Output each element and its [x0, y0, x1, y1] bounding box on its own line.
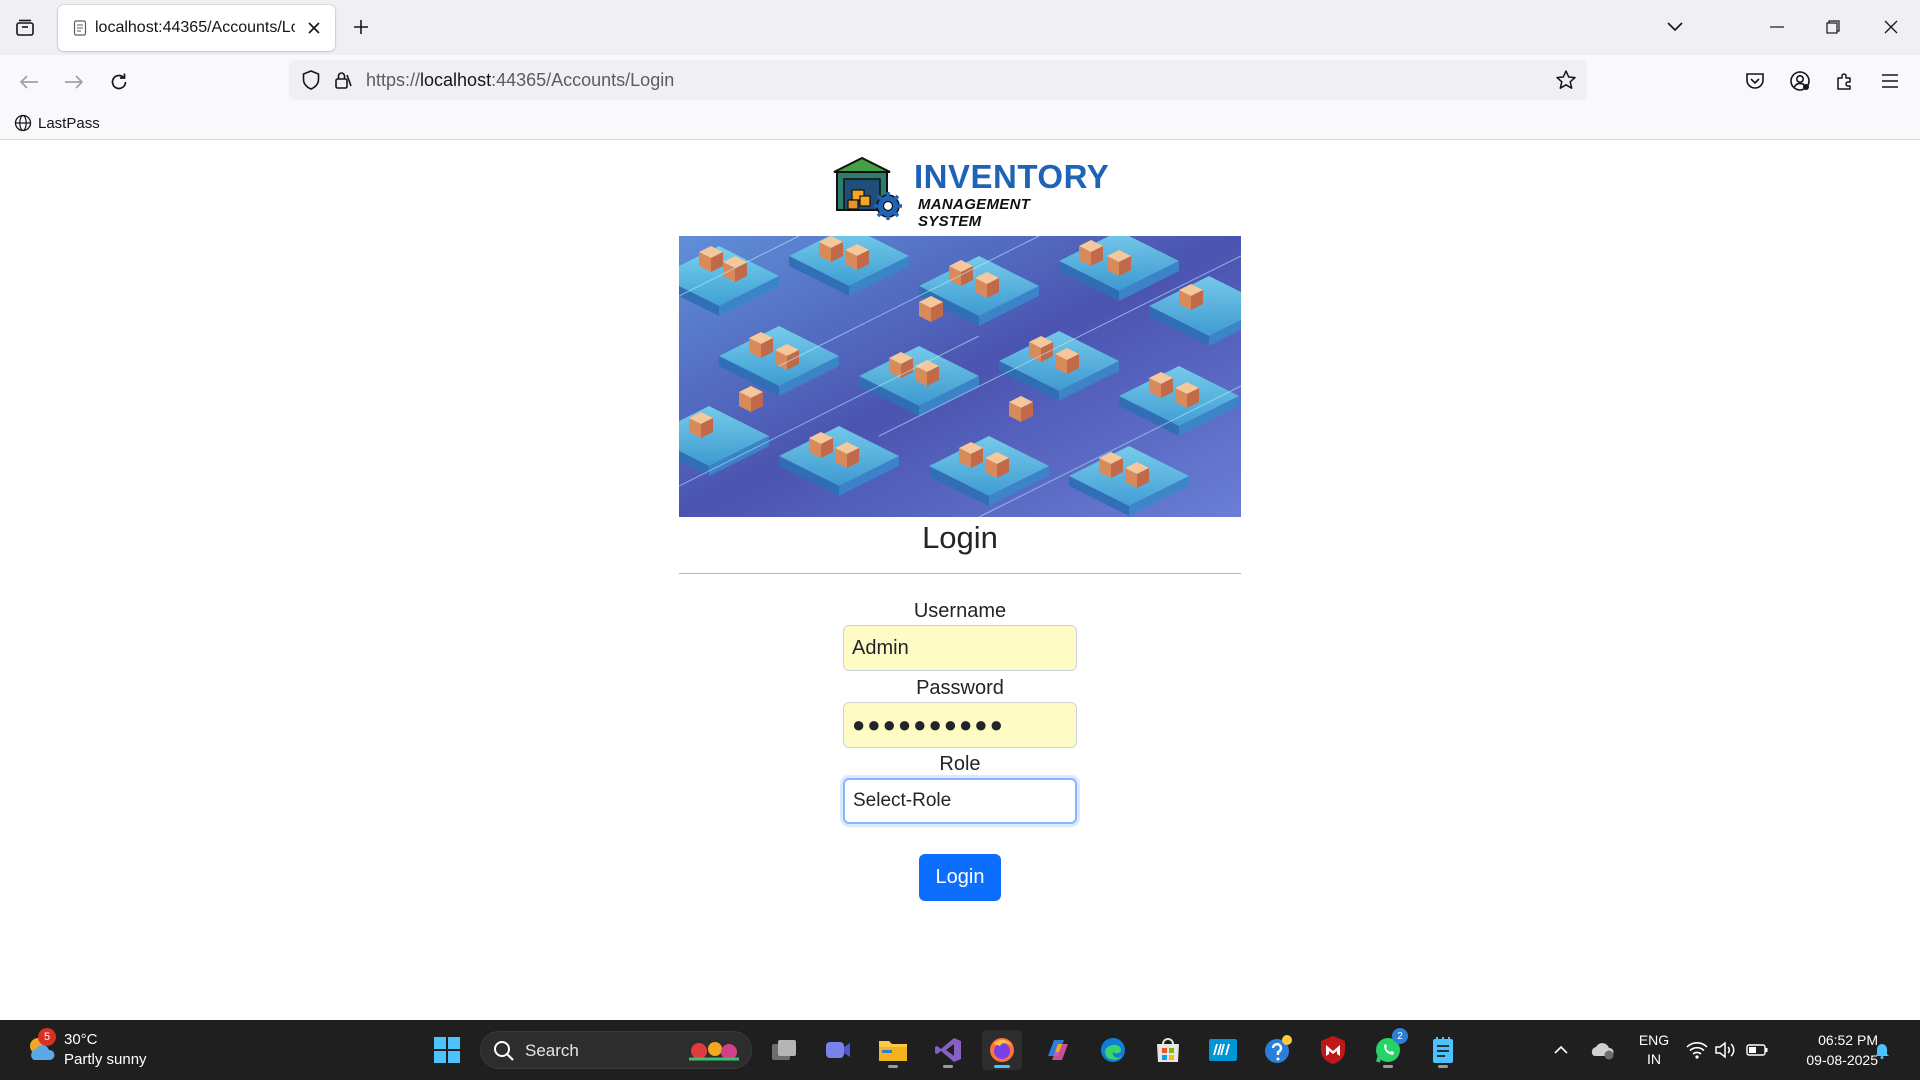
teams-meet-icon[interactable]	[818, 1030, 858, 1070]
url-host: localhost	[420, 70, 492, 90]
browser-tab-active[interactable]: localhost:44365/Accounts/Login	[58, 5, 335, 51]
warehouse-hero-image	[679, 236, 1241, 517]
active-indicator	[994, 1065, 1010, 1068]
running-indicator	[1438, 1065, 1448, 1068]
password-label: Password	[916, 677, 1004, 699]
bookmarks-toolbar: LastPass	[0, 107, 1920, 140]
extensions-puzzle-icon[interactable]	[1830, 66, 1860, 96]
navigation-toolbar: https://localhost:44365/Accounts/Login	[0, 55, 1920, 107]
reload-icon[interactable]	[104, 67, 134, 97]
edge-icon[interactable]	[1093, 1030, 1133, 1070]
url-scheme: https://	[366, 70, 421, 90]
site-lock-icon[interactable]	[331, 68, 355, 92]
whatsapp-icon[interactable]: 2	[1368, 1028, 1408, 1070]
page-content: INVENTORY MANAGEMENT SYSTEM Login Userna…	[0, 140, 1920, 1020]
heading-divider	[679, 573, 1241, 574]
role-selected-value: Select-Role	[853, 790, 952, 811]
logo-title: INVENTORY	[914, 158, 1110, 195]
close-window-button[interactable]	[1876, 12, 1906, 42]
volume-icon[interactable]	[1711, 1036, 1739, 1064]
globe-icon	[14, 114, 32, 132]
onedrive-cloud-icon[interactable]	[1588, 1036, 1616, 1064]
firefox-icon[interactable]	[982, 1030, 1022, 1070]
wifi-icon[interactable]	[1683, 1036, 1711, 1064]
myhp-icon[interactable]	[1203, 1030, 1243, 1070]
username-label: Username	[913, 600, 1007, 622]
task-view-icon[interactable]	[764, 1030, 804, 1070]
system-clock[interactable]: 06:52 PM 09-08-2025	[1784, 1030, 1878, 1070]
weather-temperature: 30°C	[64, 1031, 98, 1048]
tracking-protection-shield-icon[interactable]	[299, 68, 323, 92]
forward-arrow-icon[interactable]	[59, 67, 89, 97]
warehouse-gear-logo-icon	[833, 156, 902, 220]
tab-list-icon[interactable]	[12, 15, 38, 41]
help-icon[interactable]	[1258, 1030, 1298, 1070]
warehouse-illustration	[679, 236, 1241, 517]
password-input[interactable]: ●●●●●●●●●●	[843, 702, 1077, 748]
browser-tab-bar: localhost:44365/Accounts/Login	[0, 0, 1920, 55]
pocket-icon[interactable]	[1740, 66, 1770, 96]
taskbar-search[interactable]: Search	[480, 1031, 752, 1069]
input-language-indicator[interactable]: ENG IN	[1634, 1031, 1674, 1069]
bookmark-star-icon[interactable]	[1553, 67, 1579, 93]
logo-subtitle: MANAGEMENT SYSTEM	[918, 196, 1031, 230]
running-indicator	[943, 1065, 953, 1068]
search-icon	[494, 1041, 514, 1061]
username-input[interactable]: Admin	[843, 625, 1077, 671]
running-indicator	[1383, 1065, 1393, 1068]
bookmark-label: LastPass	[38, 114, 100, 132]
restore-button[interactable]	[1818, 12, 1848, 42]
minimize-button[interactable]	[1762, 12, 1792, 42]
weather-widget[interactable]: 5 30°C Partly sunny	[22, 1028, 182, 1072]
back-arrow-icon[interactable]	[14, 67, 44, 97]
username-value: Admin	[852, 636, 909, 659]
login-button[interactable]: Login	[919, 854, 1001, 901]
microsoft-store-icon[interactable]	[1148, 1030, 1188, 1070]
login-heading: Login	[922, 520, 998, 555]
role-select[interactable]: Select-Role	[843, 778, 1077, 824]
weather-condition: Partly sunny	[64, 1051, 147, 1068]
role-label: Role	[939, 753, 981, 775]
windows-taskbar: 5 30°C Partly sunny Search 2 ENG IN 06:5…	[0, 1020, 1920, 1080]
address-bar[interactable]: https://localhost:44365/Accounts/Login	[289, 60, 1587, 100]
visual-studio-icon[interactable]	[928, 1030, 968, 1070]
clock-time: 06:52 PM	[1818, 1032, 1878, 1048]
battery-icon[interactable]	[1743, 1036, 1771, 1064]
list-all-tabs-chevron-icon[interactable]	[1660, 12, 1690, 42]
url-path: :44365/Accounts/Login	[491, 70, 675, 90]
search-placeholder: Search	[525, 1041, 579, 1060]
notepad-icon[interactable]	[1423, 1030, 1463, 1070]
start-windows-icon[interactable]	[427, 1030, 467, 1070]
password-masked-value: ●●●●●●●●●●	[852, 712, 1005, 737]
show-hidden-icons-chevron-icon[interactable]	[1549, 1038, 1573, 1062]
whatsapp-unread-badge: 2	[1392, 1028, 1408, 1044]
running-indicator	[888, 1065, 898, 1068]
language-code: ENG	[1638, 1032, 1670, 1048]
clock-date: 09-08-2025	[1806, 1052, 1878, 1068]
file-explorer-icon[interactable]	[873, 1030, 913, 1070]
weather-alert-badge: 5	[38, 1028, 56, 1046]
tab-title: localhost:44365/Accounts/Login	[95, 19, 295, 36]
app-logo: INVENTORY MANAGEMENT SYSTEM	[830, 152, 1109, 230]
bookmark-lastpass[interactable]: LastPass	[14, 112, 100, 134]
account-icon[interactable]	[1785, 66, 1815, 96]
notification-bell-icon[interactable]	[1870, 1038, 1894, 1062]
tab-close-icon[interactable]	[304, 18, 324, 38]
app-menu-hamburger-icon[interactable]	[1875, 66, 1905, 96]
new-tab-button[interactable]	[348, 14, 374, 40]
page-icon	[72, 20, 88, 36]
region-code: IN	[1647, 1051, 1661, 1067]
search-highlight-icon	[689, 1042, 739, 1061]
url-text: https://localhost:44365/Accounts/Login	[366, 70, 674, 91]
mcafee-icon[interactable]	[1313, 1030, 1353, 1070]
copilot-icon[interactable]	[1038, 1030, 1078, 1070]
